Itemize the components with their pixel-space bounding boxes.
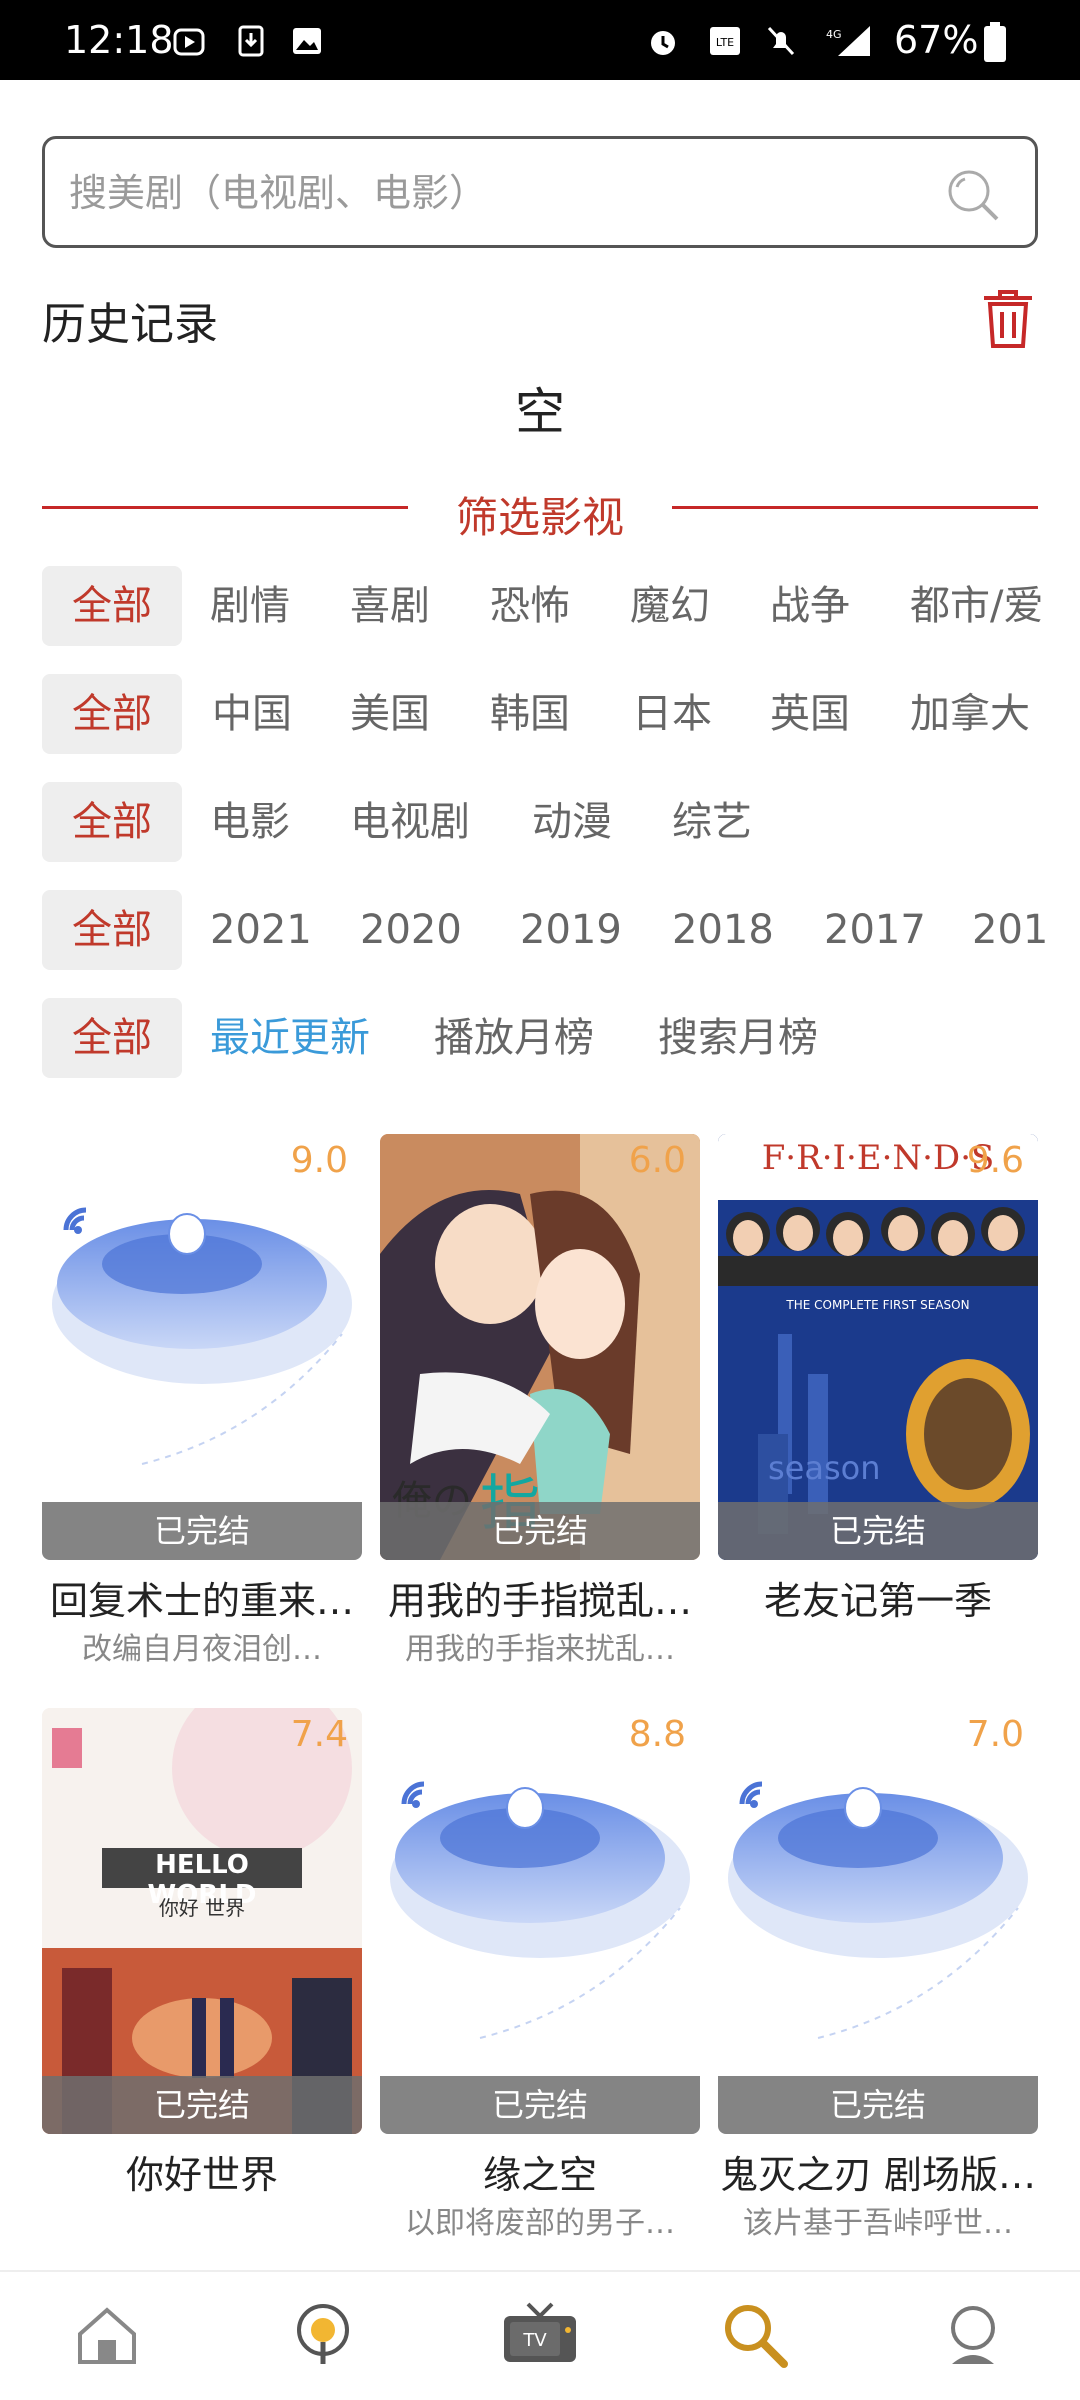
card-title[interactable]: 用我的手指搅乱… <box>380 1570 700 1625</box>
svg-text:TV: TV <box>522 2330 547 2351</box>
poster-image[interactable]: 9.0 已完结 <box>42 1134 362 1560</box>
friends-poster-art: season <box>718 1134 1038 1560</box>
status-label: 已完结 <box>42 1502 362 1560</box>
filter-chip[interactable]: 201 <box>972 890 1048 970</box>
filter-chip[interactable]: 全部 <box>42 998 182 1078</box>
filter-chip[interactable]: 都市/爱 <box>910 566 1043 646</box>
podcast-icon[interactable] <box>288 2300 358 2370</box>
ufo-placeholder-icon <box>728 1781 1028 2039</box>
card-title[interactable]: 回复术士的重来… <box>42 1570 362 1625</box>
search-icon[interactable] <box>945 167 1001 223</box>
history-empty: 空 <box>515 383 565 441</box>
app-notification-icon <box>173 28 205 56</box>
hello-world-poster-art <box>42 1708 362 2134</box>
volte-icon: LTE <box>710 27 740 55</box>
search-input[interactable] <box>69 159 949 227</box>
status-time: 12:18 <box>64 18 174 62</box>
filter-row-type: 全部 电影 电视剧 动漫 综艺 <box>42 782 1080 862</box>
filter-chip[interactable]: 动漫 <box>532 782 612 862</box>
poster-image[interactable]: 8.8 已完结 <box>380 1708 700 2134</box>
filter-chip[interactable]: 综艺 <box>672 782 752 862</box>
bottom-nav: TV <box>0 2270 1080 2400</box>
filter-row-sort: 全部 最近更新 播放月榜 搜索月榜 <box>42 998 1080 1078</box>
filter-chip[interactable]: 2019 <box>520 890 622 970</box>
trash-icon[interactable] <box>980 288 1036 348</box>
filter-chip[interactable]: 2018 <box>672 890 774 970</box>
score-badge: 6.0 <box>628 1140 686 1181</box>
filter-chip[interactable]: 恐怖 <box>490 566 570 646</box>
filter-row-region: 全部 中国 美国 韩国 日本 英国 加拿大 <box>42 674 1080 754</box>
score-badge: 7.0 <box>966 1714 1024 1755</box>
status-label: 已完结 <box>380 1502 700 1560</box>
svg-text:LTE: LTE <box>716 36 734 49</box>
battery-percent: 67% <box>894 18 979 62</box>
card-subtitle: 改编自月夜泪创… <box>82 1632 322 1667</box>
svg-text:season: season <box>768 1449 881 1487</box>
tv-icon[interactable]: TV <box>500 2300 580 2370</box>
filter-chip[interactable]: 韩国 <box>490 674 570 754</box>
mute-icon <box>767 26 795 56</box>
filter-chip[interactable]: 全部 <box>42 890 182 970</box>
signal-icon: 4G <box>826 26 870 56</box>
anime-poster-art: 俺の 指 <box>380 1134 700 1560</box>
search-icon[interactable] <box>720 2300 790 2370</box>
card-title[interactable]: 缘之空 <box>380 2144 700 2199</box>
search-box[interactable] <box>42 136 1038 248</box>
score-badge: 9.0 <box>290 1140 348 1181</box>
poster-image[interactable]: HELLO WORLD 你好 世界 7.4 已完结 <box>42 1708 362 2134</box>
card-title[interactable]: 鬼灭之刃 剧场版… <box>718 2144 1038 2199</box>
alarm-icon <box>651 31 675 55</box>
filter-chip[interactable]: 全部 <box>42 782 182 862</box>
status-label: 已完结 <box>718 2076 1038 2134</box>
image-icon <box>293 28 321 54</box>
ufo-placeholder-icon <box>52 1207 352 1465</box>
filter-chip[interactable]: 2017 <box>824 890 926 970</box>
profile-icon[interactable] <box>938 2300 1008 2370</box>
score-badge: 7.4 <box>290 1714 348 1755</box>
poster-image[interactable]: 俺の 指 6.0 已完结 <box>380 1134 700 1560</box>
ufo-placeholder-icon <box>390 1781 690 2039</box>
filter-chip[interactable]: 电视剧 <box>350 782 470 862</box>
status-label: 已完结 <box>380 2076 700 2134</box>
filter-chip[interactable]: 2021 <box>210 890 312 970</box>
status-label: 已完结 <box>42 2076 362 2134</box>
score-badge: 9.6 <box>966 1140 1024 1181</box>
filter-row-year: 全部 2021 2020 2019 2018 2017 201 <box>42 890 1080 970</box>
filter-chip[interactable]: 日本 <box>632 674 712 754</box>
card-subtitle: 以即将废部的男子… <box>405 2206 675 2241</box>
hello-world-cn-title: 你好 世界 <box>158 1896 246 1920</box>
filter-chip[interactable]: 美国 <box>350 674 430 754</box>
filter-chip[interactable]: 战争 <box>770 566 850 646</box>
filter-chip[interactable]: 喜剧 <box>350 566 430 646</box>
filter-chip[interactable]: 最近更新 <box>210 998 370 1078</box>
filter-chip[interactable]: 剧情 <box>210 566 290 646</box>
poster-image[interactable]: season F·R·I·E·N·D·S THE COMPLETE FIRST … <box>718 1134 1038 1560</box>
filter-chip[interactable]: 播放月榜 <box>434 998 594 1078</box>
filter-chip[interactable]: 全部 <box>42 674 182 754</box>
card-title[interactable]: 老友记第一季 <box>718 1570 1038 1625</box>
card-subtitle: 用我的手指来扰乱… <box>405 1632 675 1667</box>
filter-chip[interactable]: 2020 <box>360 890 462 970</box>
battery-icon <box>984 22 1006 62</box>
history-title: 历史记录 <box>42 299 218 350</box>
status-bar: 12:18 LTE 4G 67% <box>0 0 1080 80</box>
filter-chip[interactable]: 搜索月榜 <box>658 998 818 1078</box>
card-subtitle: 该片基于吾峠呼世… <box>743 2206 1013 2241</box>
status-label: 已完结 <box>718 1502 1038 1560</box>
home-icon[interactable] <box>72 2300 142 2370</box>
score-badge: 8.8 <box>628 1714 686 1755</box>
poster-image[interactable]: 7.0 已完结 <box>718 1708 1038 2134</box>
filter-chip[interactable]: 全部 <box>42 566 182 646</box>
filter-chip[interactable]: 英国 <box>770 674 850 754</box>
filter-title: 筛选影视 <box>455 493 624 542</box>
filter-chip[interactable]: 电影 <box>210 782 290 862</box>
download-icon <box>238 25 264 57</box>
friends-season-text: THE COMPLETE FIRST SEASON <box>786 1298 970 1312</box>
filter-chip[interactable]: 中国 <box>212 674 292 754</box>
filter-chip[interactable]: 魔幻 <box>630 566 710 646</box>
card-title[interactable]: 你好世界 <box>42 2144 362 2199</box>
filter-chip[interactable]: 加拿大 <box>910 674 1030 754</box>
filter-row-genre: 全部 剧情 喜剧 恐怖 魔幻 战争 都市/爱 <box>42 566 1080 646</box>
svg-text:4G: 4G <box>826 28 842 41</box>
